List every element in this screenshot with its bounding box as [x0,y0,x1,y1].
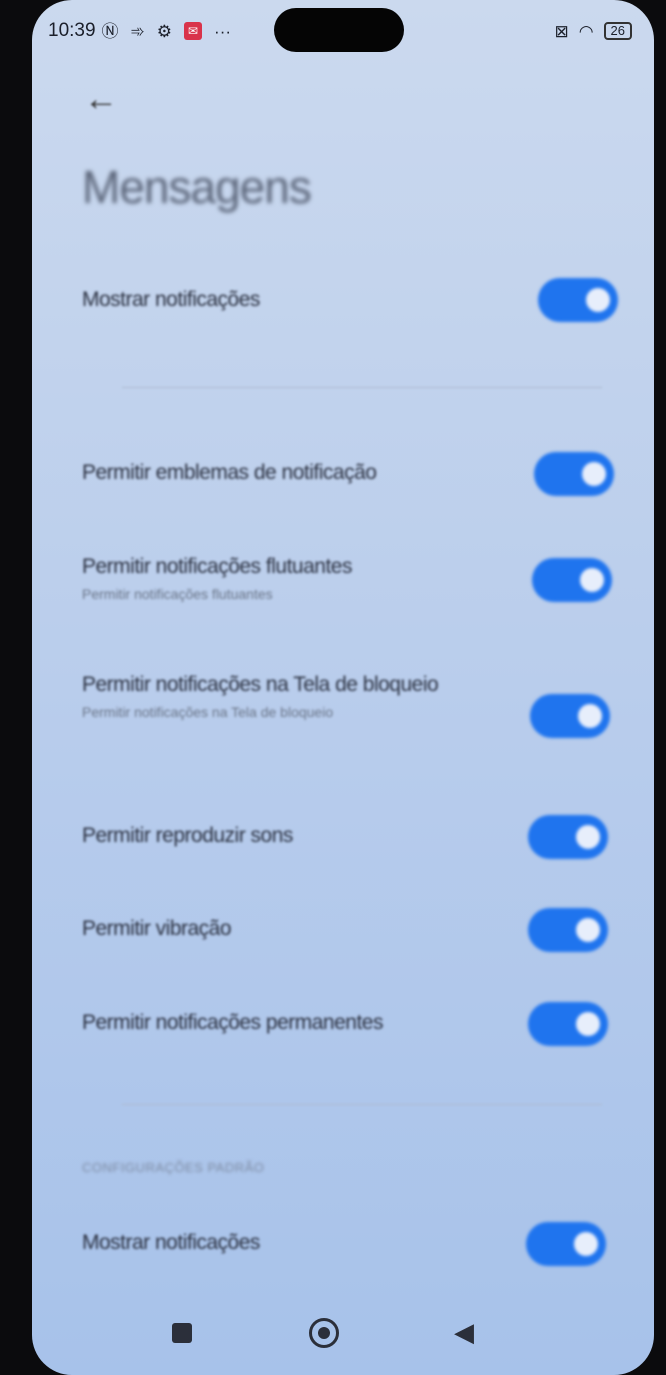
setting-persistent: Permitir notificações permanentes [82,1011,383,1034]
battery-indicator: 26 [603,22,632,40]
divider [122,1104,602,1105]
clock: 10:39 [48,20,96,41]
back-nav-button[interactable]: ◀ [454,1317,474,1348]
navigation-bar: ◀ [32,1313,654,1353]
toggle-sounds[interactable] [528,815,608,859]
toggle-floating[interactable] [532,558,612,602]
sync-icon: ➾ [130,21,145,41]
back-button[interactable]: ← [84,80,118,119]
setting-show-notifications: Mostrar notificações [82,288,260,311]
toggle-badges[interactable] [534,452,614,496]
toggle-vibration[interactable] [528,908,608,952]
setting-badges: Permitir emblemas de notificação [82,461,377,484]
setting-lockscreen: Permitir notificações na Tela de bloquei… [82,673,439,720]
app-notification-icon: ✉ [184,22,203,40]
toggle-show-notifications[interactable] [538,278,618,322]
setting-floating: Permitir notificações flutuantes Permitir… [82,555,352,602]
setting-vibration: Permitir vibração [82,917,232,940]
arrow-left-icon: ← [84,80,118,118]
sim-off-icon: ⊠ [554,21,569,41]
status-bar: 10:39 Ⓝ ➾ ⚙ ✉ ··· ⊠ ◠ 26 [48,18,632,44]
divider [122,387,602,388]
circle-icon [318,1327,330,1339]
wifi-icon: ◠ [578,21,594,41]
section-header: CONFIGURAÇÕES PADRÃO [82,1160,265,1175]
setting-default-show-notifications: Mostrar notificações [82,1231,260,1254]
recents-button[interactable] [172,1323,192,1343]
toggle-persistent[interactable] [528,1002,608,1046]
more-icon: ··· [214,21,232,41]
toggle-lockscreen[interactable] [530,694,610,738]
page-title: Mensagens [82,161,312,213]
toggle-default-show-notifications[interactable] [526,1222,606,1266]
setting-sounds: Permitir reproduzir sons [82,824,293,847]
nfc-icon: Ⓝ [101,21,119,41]
phone-screen: 10:39 Ⓝ ➾ ⚙ ✉ ··· ⊠ ◠ 26 ← Mensagens Mos… [32,0,654,1375]
gear-icon: ⚙ [156,21,173,41]
home-button[interactable] [309,1318,339,1348]
